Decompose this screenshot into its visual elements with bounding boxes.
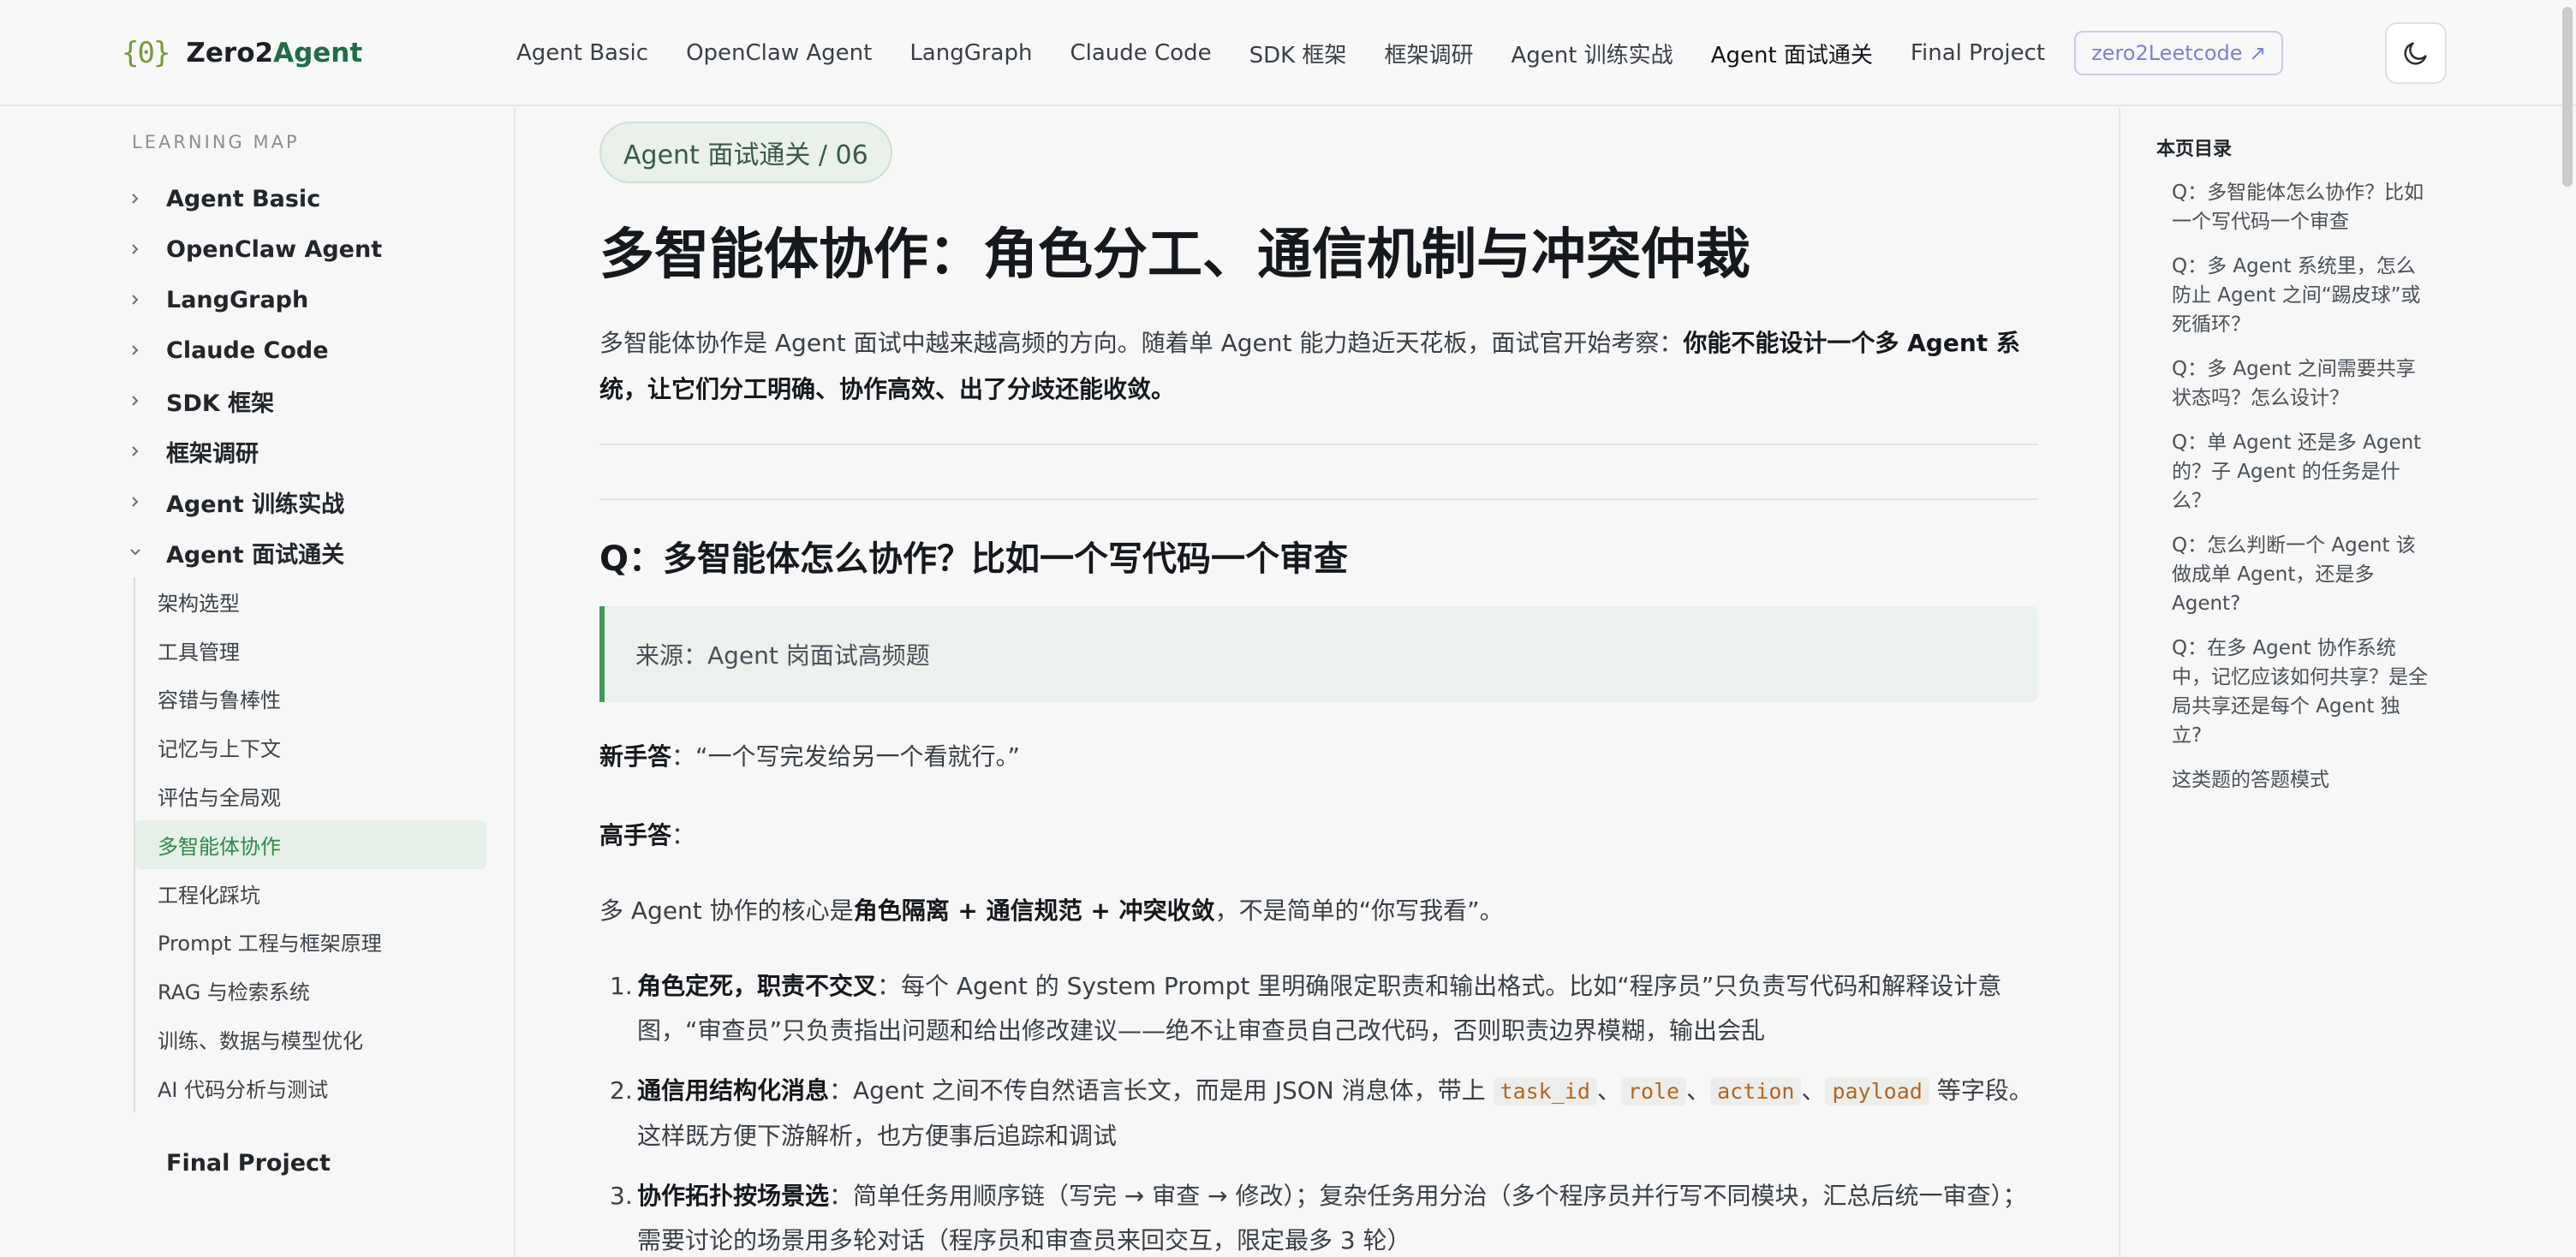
answer-list: 1. 角色定死，职责不交叉：每个 Agent 的 System Prompt 里明… <box>599 964 2047 1257</box>
chevron-right-icon <box>125 178 166 219</box>
chevron-right-icon <box>125 279 166 320</box>
nav-agent-training[interactable]: Agent 训练实战 <box>1511 38 1673 69</box>
code-role: role <box>1620 1077 1687 1105</box>
sidebar-item-architecture[interactable]: 架构选型 <box>135 577 486 626</box>
sidebar-item-robustness[interactable]: 容错与鲁棒性 <box>135 675 486 724</box>
nav-agent-interview[interactable]: Agent 面试通关 <box>1711 38 1873 69</box>
moon-icon <box>2404 42 2427 65</box>
external-link-leetcode[interactable]: zero2Leetcode ↗ <box>2074 31 2284 75</box>
list-item: 2. 通信用结构化消息：Agent 之间不传自然语言长文，而是用 JSON 消息体… <box>610 1076 2033 1150</box>
sidebar-sub-list: 架构选型 工具管理 容错与鲁棒性 记忆与上下文 评估与全局观 多智能体协作 工程… <box>134 577 486 1112</box>
toc-item[interactable]: Q：多智能体怎么协作？比如一个写代码一个审查 <box>2172 178 2429 236</box>
intro-paragraph: 多智能体协作是 Agent 面试中越来越高频的方向。随着单 Agent 能力趋近… <box>599 329 2020 403</box>
sidebar-item-evaluation[interactable]: 评估与全局观 <box>135 771 486 820</box>
toc-title: 本页目录 <box>2156 139 2233 160</box>
chevron-down-icon <box>125 532 166 573</box>
chevron-right-icon <box>125 380 166 421</box>
sidebar-group-agent-interview[interactable]: Agent 面试通关 <box>125 532 344 573</box>
top-nav: Agent Basic OpenClaw Agent LangGraph Cla… <box>516 27 2284 79</box>
nav-sdk-framework[interactable]: SDK 框架 <box>1249 38 1347 69</box>
toc-item[interactable]: Q：单 Agent 还是多 Agent 的？子 Agent 的任务是什么？ <box>2172 428 2429 515</box>
sidebar-group-label: Final Project <box>166 1149 331 1177</box>
toc-item[interactable]: Q：在多 Agent 协作系统中，记忆应该如何共享？是全局共享还是每个 Agen… <box>2172 634 2429 750</box>
toc-item[interactable]: Q：怎么判断一个 Agent 该做成单 Agent，还是多 Agent? <box>2172 531 2429 618</box>
chevron-right-icon <box>125 431 166 472</box>
sidebar-group-label: SDK 框架 <box>166 390 275 417</box>
page-title: 多智能体协作：角色分工、通信机制与冲突仲裁 <box>599 223 1750 287</box>
nav-langgraph[interactable]: LangGraph <box>909 40 1032 66</box>
sidebar-item-rag[interactable]: RAG 与检索系统 <box>135 966 486 1015</box>
logo-text: Zero2Agent <box>186 38 363 69</box>
chevron-right-icon <box>125 481 166 522</box>
question-heading: Q：多智能体怎么协作？比如一个写代码一个审查 <box>599 539 1349 579</box>
code-payload: payload <box>1825 1077 1929 1105</box>
learning-map-sidebar: LEARNING MAP Agent Basic OpenClaw Agent … <box>0 108 516 1257</box>
sidebar-group-label: Claude Code <box>166 337 329 364</box>
sidebar-group-label: 框架调研 <box>166 440 259 468</box>
code-action: action <box>1710 1077 1802 1105</box>
sidebar-group-claude-code[interactable]: Claude Code <box>125 330 329 371</box>
sidebar-group-label: LangGraph <box>166 286 309 313</box>
top-header: {0} Zero2Agent Agent Basic OpenClaw Agen… <box>0 0 2576 106</box>
breadcrumb: Agent 面试通关 / 06 <box>599 122 892 183</box>
sidebar-group-label: OpenClaw Agent <box>166 235 383 263</box>
nav-openclaw-agent[interactable]: OpenClaw Agent <box>686 40 872 66</box>
logo[interactable]: {0} Zero2Agent <box>122 31 362 75</box>
sidebar-item-engineering-pitfalls[interactable]: 工程化踩坑 <box>135 869 486 918</box>
sidebar-item-training-data[interactable]: 训练、数据与模型优化 <box>135 1015 486 1063</box>
page-scrollbar[interactable] <box>2562 7 2573 187</box>
toc-item[interactable]: Q：多 Agent 系统里，怎么防止 Agent 之间“踢皮球”或死循环？ <box>2172 252 2429 339</box>
divider <box>599 498 2038 500</box>
nav-final-project[interactable]: Final Project <box>1911 40 2045 66</box>
sidebar-group-langgraph[interactable]: LangGraph <box>125 279 308 320</box>
logo-mark: {0} <box>122 36 170 70</box>
core-statement: 多 Agent 协作的核心是角色隔离 + 通信规范 + 冲突收敛，不是简单的“你… <box>599 897 1504 925</box>
sidebar-item-tool-management[interactable]: 工具管理 <box>135 626 486 675</box>
sidebar-group-openclaw-agent[interactable]: OpenClaw Agent <box>125 229 382 270</box>
list-item: 1. 角色定死，职责不交叉：每个 Agent 的 System Prompt 里明… <box>610 972 2002 1045</box>
nav-framework-research[interactable]: 框架调研 <box>1384 38 1473 69</box>
table-of-contents: 本页目录 Q：多智能体怎么协作？比如一个写代码一个审查 Q：多 Agent 系统… <box>2119 108 2576 1257</box>
learning-map-label: LEARNING MAP <box>132 132 300 152</box>
article-main: Agent 面试通关 / 06 多智能体协作：角色分工、通信机制与冲突仲裁 多智… <box>517 108 2119 1257</box>
list-item: 3. 协作拓扑按场景选：简单任务用顺序链（写完 → 审查 → 修改）；复杂任务用分… <box>610 1182 2027 1254</box>
toc-item[interactable]: 这类题的答题模式 <box>2172 766 2429 795</box>
divider <box>599 444 2038 445</box>
sidebar-group-agent-training[interactable]: Agent 训练实战 <box>125 481 344 522</box>
sidebar-group-sdk-framework[interactable]: SDK 框架 <box>125 380 274 421</box>
toc-list: Q：多智能体怎么协作？比如一个写代码一个审查 Q：多 Agent 系统里，怎么防… <box>2172 178 2429 810</box>
sidebar-item-prompt-engineering[interactable]: Prompt 工程与框架原理 <box>135 918 486 967</box>
sidebar-group-label: Agent 训练实战 <box>166 491 345 518</box>
chevron-right-icon <box>125 229 166 270</box>
sidebar-group-label: Agent 面试通关 <box>166 541 345 569</box>
nav-agent-basic[interactable]: Agent Basic <box>516 40 648 66</box>
sidebar-group-framework-research[interactable]: 框架调研 <box>125 431 259 472</box>
sidebar-item-final-project[interactable]: Final Project <box>166 1142 331 1183</box>
sidebar-item-code-analysis[interactable]: AI 代码分析与测试 <box>135 1063 486 1112</box>
theme-toggle-button[interactable] <box>2385 22 2447 84</box>
code-task-id: task_id <box>1493 1077 1597 1105</box>
sidebar-item-memory-context[interactable]: 记忆与上下文 <box>135 723 486 771</box>
nav-claude-code[interactable]: Claude Code <box>1070 40 1211 66</box>
sidebar-group-label: Agent Basic <box>166 185 321 212</box>
novice-answer: 新手答：“一个写完发给另一个看就行。” <box>599 742 1021 771</box>
sidebar-item-multi-agent[interactable]: 多智能体协作 <box>135 819 486 869</box>
chevron-right-icon <box>125 330 166 371</box>
source-quote: 来源：Agent 岗面试高频题 <box>599 606 2038 702</box>
sidebar-group-agent-basic[interactable]: Agent Basic <box>125 178 320 219</box>
expert-answer-label: 高手答： <box>599 821 696 849</box>
toc-item[interactable]: Q：多 Agent 之间需要共享状态吗？怎么设计？ <box>2172 354 2429 413</box>
